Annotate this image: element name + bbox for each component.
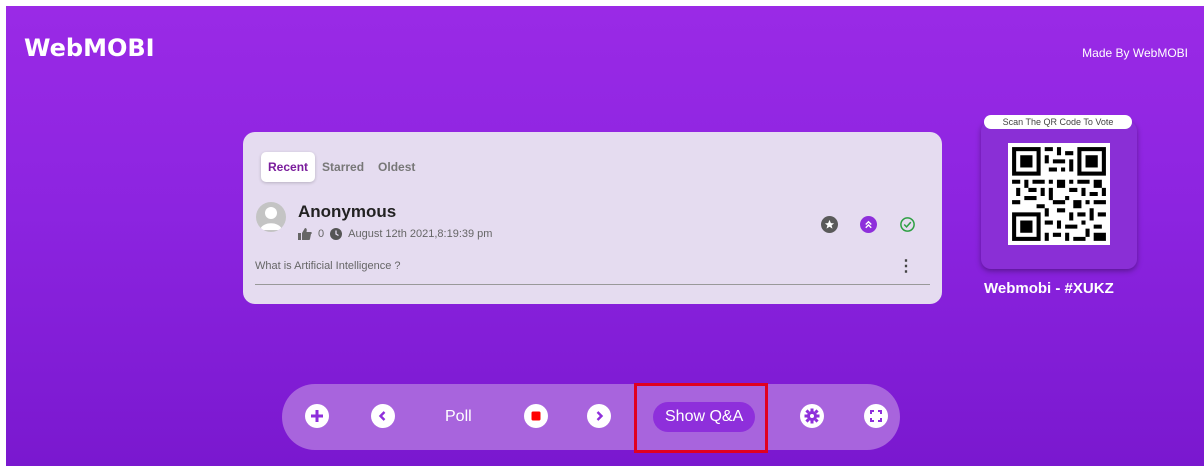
poll-label[interactable]: Poll	[445, 408, 472, 426]
tab-starred[interactable]: Starred	[315, 152, 371, 182]
made-by-label: Made By WebMOBI	[1082, 46, 1188, 60]
check-circle-icon	[900, 217, 915, 232]
qa-card: Recent Starred Oldest Anonymous 0 August…	[243, 132, 942, 304]
add-button[interactable]	[305, 404, 329, 428]
fullscreen-icon	[864, 404, 888, 428]
question-author: Anonymous	[298, 202, 397, 221]
question-timestamp: August 12th 2021,8:19:39 pm	[348, 228, 493, 240]
thumbs-up-icon[interactable]	[298, 228, 312, 240]
divider	[255, 284, 930, 285]
question-text: What is Artificial Intelligence ?	[255, 260, 401, 272]
question-actions	[821, 216, 916, 233]
presenter-toolbar: Poll Show Q&A	[282, 384, 900, 450]
qr-caption: Scan The QR Code To Vote	[984, 115, 1132, 129]
star-button[interactable]	[821, 216, 838, 233]
tab-oldest[interactable]: Oldest	[371, 152, 422, 182]
user-icon	[260, 207, 282, 230]
question-meta: 0 August 12th 2021,8:19:39 pm	[298, 228, 492, 240]
gear-icon	[800, 404, 824, 428]
stop-icon	[524, 404, 548, 428]
show-qa-highlight-box	[634, 383, 768, 453]
chevron-left-icon	[371, 404, 395, 428]
next-button[interactable]	[587, 404, 611, 428]
more-options-icon[interactable]: ⋮	[898, 256, 914, 276]
qr-panel: Scan The QR Code To Vote	[981, 115, 1137, 269]
tab-recent[interactable]: Recent	[261, 152, 316, 182]
qr-code-image	[1008, 143, 1110, 245]
approve-button[interactable]	[899, 216, 916, 233]
like-count: 0	[318, 228, 325, 240]
star-icon	[824, 219, 835, 229]
promote-button[interactable]	[860, 216, 877, 233]
brand-logo: WebMOBI	[24, 34, 155, 62]
event-code: Webmobi - #XUKZ	[984, 280, 1114, 297]
double-chevron-up-icon	[865, 220, 872, 229]
fullscreen-button[interactable]	[864, 404, 888, 428]
previous-button[interactable]	[371, 404, 395, 428]
add-icon	[305, 404, 329, 428]
settings-button[interactable]	[800, 404, 824, 428]
avatar	[256, 202, 286, 232]
qa-tabs: Recent Starred Oldest	[261, 152, 422, 182]
chevron-right-icon	[587, 404, 611, 428]
clock-icon	[330, 228, 343, 240]
stop-button[interactable]	[524, 404, 548, 428]
